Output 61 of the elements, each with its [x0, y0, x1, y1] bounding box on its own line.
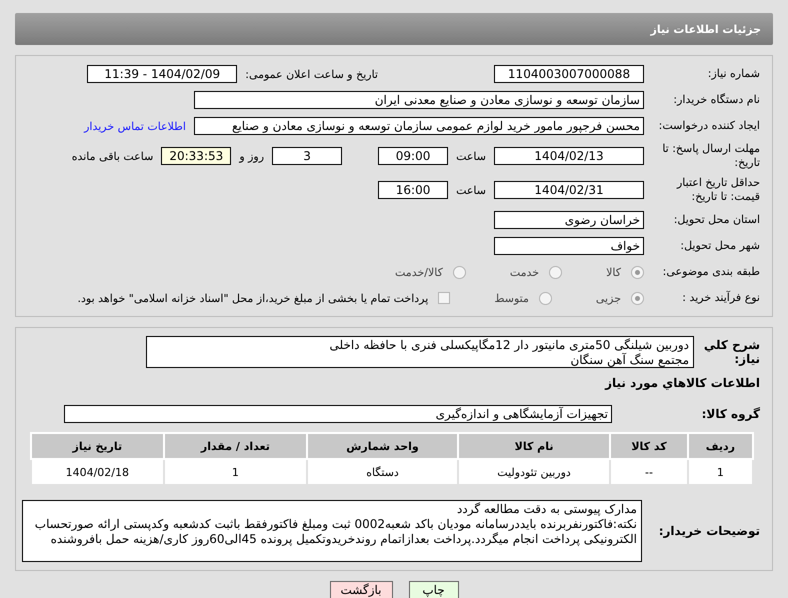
table-header: نام کالا	[458, 433, 610, 459]
field-label: ساعت	[456, 150, 486, 162]
field-label: نوع فرآیند خرید :	[681, 291, 760, 305]
table-header: تاریخ نیاز	[31, 433, 164, 459]
deadline-time-field: 09:00	[378, 147, 448, 165]
radio-label: خدمت	[510, 266, 540, 278]
page-header: جزئیات اطلاعات نیاز	[15, 13, 773, 45]
field-label: حداقل تاریخ اعتبار قیمت: تا تاریخ:	[676, 176, 760, 204]
radio-button[interactable]	[538, 292, 552, 304]
buyer-notes-textarea[interactable]: مدارک پیوستی به دقت مطالعه گردد نکته:فاکتورنفربرنده بایددرسامانه مودیان باکد شعبه0002 ثبت ومبلغ فاکتورفقط باثبت کدشعبه وکدپستی ارائه صورتحساب الکترونیکی پرداخت انجام میگردد.پرداخت بعدازاتمام روندخریدوتکمیل پرونده 45الی60روز کاری/هزینه حمل بافروشنده	[22, 500, 642, 562]
field-label: توضیحات خریدار:	[658, 524, 760, 538]
buyer-contact-link[interactable]: اطلاعات تماس خریدار	[84, 120, 186, 132]
buyer-org-field: سازمان توسعه و نوسازی معادن و صنایع معدنی ایران	[194, 91, 644, 109]
table-header: واحد شمارش	[307, 433, 458, 459]
radio-button[interactable]	[631, 266, 644, 278]
radio-button[interactable]	[631, 292, 644, 304]
field-label: شهر محل تحویل:	[679, 239, 760, 253]
table-cell: 1	[688, 459, 753, 485]
table-cell: دوربین تئودولیت	[458, 459, 610, 485]
description-textarea[interactable]: دوربین شیلنگی 50متری مانیتور دار 12مگاپیکسلی فنری با حافظه داخلی مجتمع سنگ آهن سنگان	[146, 336, 694, 368]
table-cell: 1	[164, 459, 308, 485]
field-label: ایجاد کننده درخواست:	[658, 119, 760, 133]
table-header: ردیف	[688, 433, 753, 459]
action-button[interactable]: بازگشت	[330, 581, 392, 598]
table-header: کد کالا	[610, 433, 688, 459]
table-cell: 1404/02/18	[31, 459, 164, 485]
checkbox[interactable]	[438, 292, 450, 304]
validity-time-field: 16:00	[378, 181, 448, 199]
field-label: ساعت	[456, 184, 486, 196]
announce-date-field: 1404/02/09 - 11:39	[87, 65, 238, 83]
need-number-field: 1104003007000088	[494, 65, 644, 83]
field-label: روز و	[239, 150, 264, 162]
field-label: تاریخ و ساعت اعلان عمومی:	[245, 68, 378, 80]
radio-label: کالا	[606, 266, 621, 278]
validity-date-field: 1404/02/31	[494, 181, 644, 199]
city-field: خواف	[494, 237, 644, 255]
checkbox-label: پرداخت تمام یا بخشی از مبلغ خرید،از محل "اسناد خزانه اسلامی" خواهد بود.	[78, 292, 428, 304]
section-title: اطلاعات کالاهاي مورد نياز	[604, 376, 760, 390]
radio-label: متوسط	[494, 292, 529, 304]
goods-group-field: تجهیزات آزمایشگاهی و اندازه‌گیری	[64, 405, 612, 423]
table-cell: دستگاه	[307, 459, 458, 485]
table-header: تعداد / مقدار	[164, 433, 308, 459]
field-label: طبقه بندی موضوعی:	[662, 265, 760, 279]
radio-label: جزیی	[596, 292, 621, 304]
table-cell: --	[610, 459, 688, 485]
days-field: 3	[272, 147, 342, 165]
action-button[interactable]: چاپ	[408, 581, 458, 598]
field-label: مهلت ارسال پاسخ: تا تاریخ:	[661, 142, 760, 170]
radio-label: کالا/خدمت	[395, 266, 443, 278]
creator-field: محسن فرجپور مامور خرید لوازم عمومی سازمان توسعه و نوسازی معادن و صنایع	[194, 117, 644, 135]
field-label: نام دستگاه خریدار:	[672, 93, 760, 107]
field-label: استان محل تحویل:	[672, 213, 760, 227]
province-field: خراسان رضوی	[494, 211, 644, 229]
field-label: شماره نیاز:	[706, 67, 760, 81]
radio-button[interactable]	[549, 266, 562, 278]
field-label: ساعت باقی مانده	[72, 150, 154, 162]
remaining-time-field: 20:33:53	[161, 147, 232, 165]
field-label: گروه کالا:	[700, 407, 760, 421]
field-label: شرح کلي نياز:	[702, 338, 760, 366]
radio-button[interactable]	[452, 266, 466, 278]
deadline-date-field: 1404/02/13	[494, 147, 644, 165]
